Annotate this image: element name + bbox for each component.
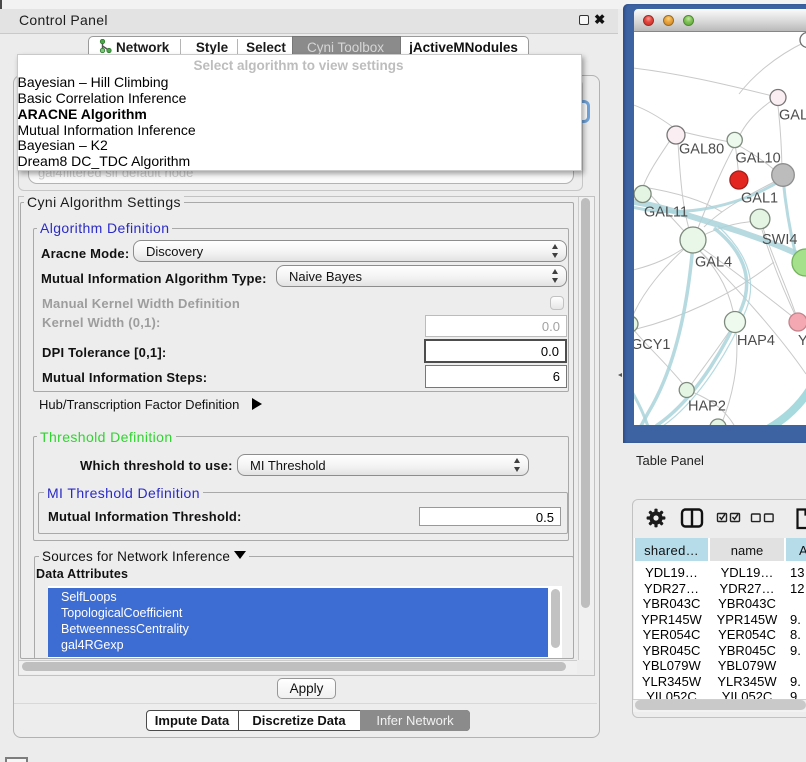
svg-text:GAL10: GAL10	[736, 151, 781, 167]
svg-text:Y: Y	[798, 333, 806, 349]
svg-text:GAL4: GAL4	[695, 255, 732, 271]
svg-text:GAL80: GAL80	[679, 142, 724, 158]
svg-text:SWI4: SWI4	[762, 232, 797, 248]
svg-text:HAP2: HAP2	[688, 399, 726, 415]
svg-text:HAP4: HAP4	[737, 333, 775, 349]
svg-text:GAL11: GAL11	[644, 205, 688, 221]
svg-text:GAL7: GAL7	[779, 108, 806, 124]
svg-text:GCY1: GCY1	[634, 337, 671, 353]
svg-text:GAL1: GAL1	[741, 191, 778, 207]
